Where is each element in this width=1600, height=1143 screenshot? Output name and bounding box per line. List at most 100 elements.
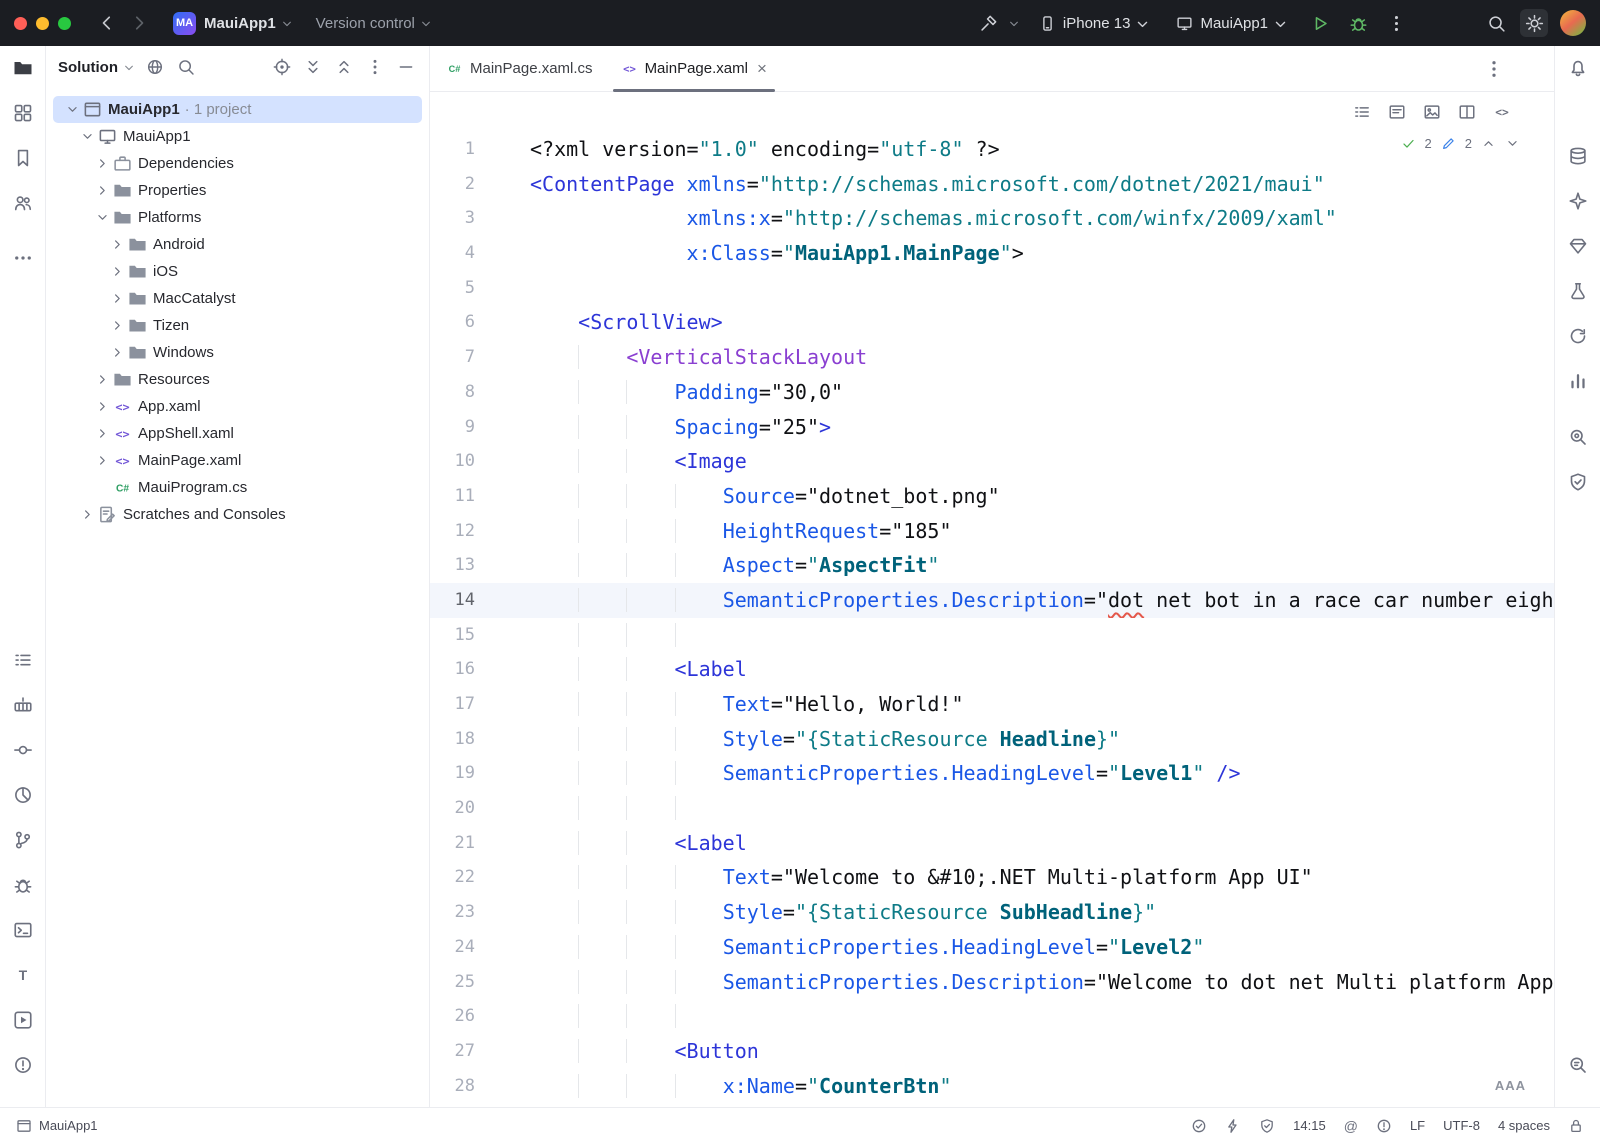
git-branch-icon[interactable]: [11, 828, 35, 852]
tree-item-mauiapp1[interactable]: MauiApp1 · 1 project: [53, 96, 422, 123]
code-line[interactable]: 23 Style="{StaticResource SubHeadline}": [430, 895, 1554, 930]
shield-icon[interactable]: [1259, 1118, 1275, 1134]
chevron-right-icon[interactable]: [93, 155, 111, 173]
code-line[interactable]: 3 xmlns:x="http://schemas.microsoft.com/…: [430, 201, 1554, 236]
tree-item-windows[interactable]: Windows: [53, 339, 422, 366]
pull-requests-icon[interactable]: [11, 191, 35, 215]
collapse-all-icon[interactable]: [333, 56, 355, 78]
alert-icon[interactable]: [1376, 1118, 1392, 1134]
line-number[interactable]: 7: [430, 340, 530, 375]
encoding-label[interactable]: UTF-8: [1443, 1118, 1480, 1133]
structure-icon[interactable]: [11, 101, 35, 125]
tab-options-icon[interactable]: [1484, 59, 1504, 79]
charts-icon[interactable]: [1566, 369, 1590, 393]
preview-icon[interactable]: [1420, 100, 1444, 124]
bookmarks-icon[interactable]: [11, 146, 35, 170]
chevron-right-icon[interactable]: [93, 371, 111, 389]
tree-item-mainpage-xaml[interactable]: MainPage.xaml: [53, 447, 422, 474]
ai-assistant-icon[interactable]: [1566, 189, 1590, 213]
code-line[interactable]: 18 Style="{StaticResource Headline}": [430, 722, 1554, 757]
chevron-right-icon[interactable]: [78, 506, 96, 524]
code-line[interactable]: 2<ContentPage xmlns="http://schemas.micr…: [430, 167, 1554, 202]
build-hammer-icon[interactable]: [975, 9, 1003, 37]
maximize-window-button[interactable]: [58, 17, 71, 30]
code-line[interactable]: 7 <VerticalStackLayout: [430, 340, 1554, 375]
chevron-right-icon[interactable]: [108, 236, 126, 254]
line-number[interactable]: 24: [430, 930, 530, 965]
list-icon[interactable]: [1350, 100, 1374, 124]
user-avatar[interactable]: [1560, 10, 1586, 36]
line-number[interactable]: 3: [430, 201, 530, 236]
line-number[interactable]: 20: [430, 791, 530, 826]
code-line[interactable]: 25 SemanticProperties.Description="Welco…: [430, 965, 1554, 1000]
structure-view-icon[interactable]: [1385, 100, 1409, 124]
run-icon[interactable]: [1306, 9, 1334, 37]
inspections-widget[interactable]: 2 2: [1401, 136, 1520, 151]
code-line[interactable]: 26: [430, 999, 1554, 1034]
code-line[interactable]: 21 <Label: [430, 826, 1554, 861]
line-number[interactable]: 11: [430, 479, 530, 514]
back-icon[interactable]: [93, 9, 121, 37]
check-circle-icon[interactable]: [1191, 1118, 1207, 1134]
line-number[interactable]: 27: [430, 1034, 530, 1069]
project-widget[interactable]: MA MauiApp1: [157, 12, 294, 35]
tree-item-scratches-and-consoles[interactable]: Scratches and Consoles: [53, 501, 422, 528]
code-line[interactable]: 27 <Button: [430, 1034, 1554, 1069]
line-number[interactable]: 4: [430, 236, 530, 271]
profiler-icon[interactable]: [11, 783, 35, 807]
code-line[interactable]: 16 <Label: [430, 652, 1554, 687]
code-line[interactable]: 9 Spacing="25">: [430, 410, 1554, 445]
line-number[interactable]: 23: [430, 895, 530, 930]
line-number[interactable]: 1: [430, 132, 530, 167]
close-window-button[interactable]: [14, 17, 27, 30]
more-actions-icon[interactable]: [1382, 9, 1410, 37]
line-number[interactable]: 25: [430, 965, 530, 1000]
solution-view-icon[interactable]: [144, 56, 166, 78]
indent-label[interactable]: 4 spaces: [1498, 1118, 1550, 1133]
chevron-right-icon[interactable]: [108, 290, 126, 308]
code-line[interactable]: 6 <ScrollView>: [430, 305, 1554, 340]
tree-item-resources[interactable]: Resources: [53, 366, 422, 393]
line-ending-label[interactable]: LF: [1410, 1118, 1425, 1133]
locate-file-icon[interactable]: [271, 56, 293, 78]
at-icon[interactable]: @: [1344, 1118, 1358, 1134]
code-line[interactable]: 20: [430, 791, 1554, 826]
line-number[interactable]: 18: [430, 722, 530, 757]
chevron-right-icon[interactable]: [93, 398, 111, 416]
tree-item-maccatalyst[interactable]: MacCatalyst: [53, 285, 422, 312]
chevron-down-icon[interactable]: [78, 128, 96, 146]
tree-item-properties[interactable]: Properties: [53, 177, 422, 204]
tree-item-dependencies[interactable]: Dependencies: [53, 150, 422, 177]
chevron-right-icon[interactable]: [93, 452, 111, 470]
chevron-right-icon[interactable]: [108, 344, 126, 362]
chevron-right-icon[interactable]: [93, 182, 111, 200]
code-line[interactable]: 12 HeightRequest="185": [430, 514, 1554, 549]
code-view-icon[interactable]: [1490, 100, 1514, 124]
nuget-icon[interactable]: [1566, 234, 1590, 258]
prev-problem-icon[interactable]: [1481, 136, 1496, 151]
vcs-widget[interactable]: Version control: [316, 15, 433, 32]
code-line[interactable]: 14 SemanticProperties.Description="dot n…: [430, 583, 1554, 618]
problems-icon[interactable]: [11, 1053, 35, 1077]
code-line[interactable]: 8 Padding="30,0": [430, 375, 1554, 410]
code-line[interactable]: 11 Source="dotnet_bot.png": [430, 479, 1554, 514]
chevron-right-icon[interactable]: [108, 317, 126, 335]
database-icon[interactable]: [1566, 144, 1590, 168]
line-number[interactable]: 22: [430, 860, 530, 895]
tree-item-appshell-xaml[interactable]: AppShell.xaml: [53, 420, 422, 447]
lightning-icon[interactable]: [1225, 1118, 1241, 1134]
close-tab-icon[interactable]: ×: [757, 60, 767, 77]
search-icon[interactable]: [175, 56, 197, 78]
line-number[interactable]: 5: [430, 271, 530, 306]
code-line[interactable]: 22 Text="Welcome to &#10;.NET Multi-plat…: [430, 860, 1554, 895]
search-icon[interactable]: [1482, 9, 1510, 37]
tree-item-android[interactable]: Android: [53, 231, 422, 258]
chevron-right-icon[interactable]: [93, 425, 111, 443]
services-icon[interactable]: [11, 1008, 35, 1032]
minimize-window-button[interactable]: [36, 17, 49, 30]
tree-item-tizen[interactable]: Tizen: [53, 312, 422, 339]
more-options-icon[interactable]: [364, 56, 386, 78]
lock-icon[interactable]: [1568, 1118, 1584, 1134]
tree-item-mauiprogram-cs[interactable]: MauiProgram.cs: [53, 474, 422, 501]
line-number[interactable]: 21: [430, 826, 530, 861]
